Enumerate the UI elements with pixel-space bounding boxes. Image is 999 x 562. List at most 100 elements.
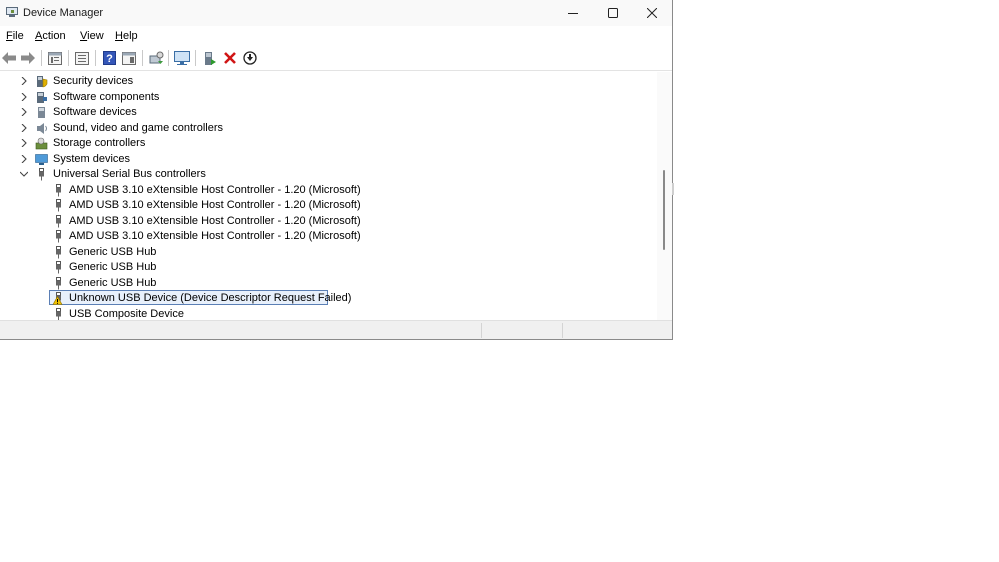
close-icon	[647, 8, 657, 18]
menu-file[interactable]: File	[6, 30, 24, 42]
chevron-down-icon[interactable]	[20, 170, 28, 178]
uninstall-x-icon	[224, 52, 236, 64]
chevron-right-icon[interactable]	[20, 77, 28, 85]
tree-item-usb-child[interactable]: AMD USB 3.10 eXtensible Host Controller …	[0, 229, 657, 244]
maximize-icon	[608, 8, 618, 18]
tree-item-sound-video-game[interactable]: Sound, video and game controllers	[0, 121, 657, 136]
tree-item-label: AMD USB 3.10 eXtensible Host Controller …	[69, 183, 361, 196]
software-devices-icon	[38, 107, 45, 118]
usb-plug-icon	[56, 230, 61, 243]
help-button[interactable]: ?	[101, 50, 117, 66]
chevron-right-icon[interactable]	[20, 108, 28, 116]
status-bar	[0, 320, 672, 339]
system-devices-icon	[35, 153, 48, 165]
toolbar-separator	[195, 50, 196, 66]
vertical-scrollbar[interactable]	[657, 72, 672, 320]
tree-item-label: Generic USB Hub	[69, 261, 157, 273]
list-view-button[interactable]	[74, 50, 90, 66]
storage-controllers-icon	[35, 137, 48, 150]
minimize-button[interactable]	[553, 0, 593, 26]
usb-plug-icon	[56, 199, 61, 212]
tree-item-label: Sound, video and game controllers	[53, 121, 223, 134]
chevron-right-icon[interactable]	[20, 92, 28, 101]
usb-plug-icon	[56, 276, 61, 289]
usb-plug-icon	[39, 168, 44, 181]
tree-item-usb-controllers[interactable]: Universal Serial Bus controllers	[0, 167, 657, 182]
chevron-right-icon[interactable]	[20, 154, 28, 163]
chevron-right-icon[interactable]	[20, 139, 28, 147]
window-resize-edge[interactable]	[672, 183, 674, 195]
tree-item-security-devices[interactable]: Security devices	[0, 74, 657, 89]
tree-item-usb-child[interactable]: AMD USB 3.10 eXtensible Host Controller …	[0, 183, 657, 198]
tree-item-unknown-usb-device[interactable]: Unknown USB Device (Device Descriptor Re…	[0, 290, 657, 306]
menu-help[interactable]: Help	[115, 30, 138, 42]
device-tree[interactable]: Security devices Software components Sof…	[0, 72, 657, 320]
toolbar-separator	[68, 50, 69, 66]
tree-item-system-devices[interactable]: System devices	[0, 152, 657, 167]
uninstall-device-button[interactable]	[222, 50, 238, 66]
usb-plug-icon	[56, 245, 61, 258]
window-title: Device Manager	[23, 7, 104, 19]
tree-item-label: Software devices	[53, 106, 137, 118]
properties-button[interactable]	[47, 50, 63, 66]
status-divider	[562, 323, 563, 338]
list-view-icon	[75, 51, 89, 65]
status-divider	[481, 323, 482, 338]
maximize-button[interactable]	[593, 0, 633, 26]
monitor-icon	[174, 51, 190, 65]
tree-item-label: Storage controllers	[53, 137, 146, 149]
toolbar-separator	[95, 50, 96, 66]
tree-item-usb-child[interactable]: AMD USB 3.10 eXtensible Host Controller …	[0, 198, 657, 213]
scrollbar-thumb[interactable]	[663, 170, 665, 250]
tree-item-usb-child[interactable]: AMD USB 3.10 eXtensible Host Controller …	[0, 214, 657, 229]
toolbar-separator	[41, 50, 42, 66]
tree-item-software-devices[interactable]: Software devices	[0, 105, 657, 120]
disable-device-button[interactable]	[242, 50, 258, 66]
display-devices-button[interactable]	[174, 50, 190, 66]
tree-item-label: AMD USB 3.10 eXtensible Host Controller …	[69, 199, 361, 211]
details-button[interactable]	[121, 50, 137, 66]
tree-item-label: AMD USB 3.10 eXtensible Host Controller …	[69, 230, 361, 242]
update-driver-button[interactable]	[202, 50, 218, 66]
tree-item-label: Security devices	[53, 75, 134, 87]
usb-plug-icon	[56, 307, 61, 320]
menu-view[interactable]: View	[80, 30, 104, 42]
tree-item-software-components[interactable]: Software components	[0, 90, 657, 105]
chevron-right-icon[interactable]	[20, 123, 28, 132]
toolbar: ?	[0, 46, 672, 71]
tree-item-usb-child[interactable]: Generic USB Hub	[0, 245, 657, 260]
minimize-icon	[568, 13, 578, 14]
warning-usb-icon	[52, 292, 63, 305]
close-button[interactable]	[632, 0, 672, 26]
usb-plug-icon	[56, 183, 61, 196]
tree-item-label: AMD USB 3.10 eXtensible Host Controller …	[69, 214, 361, 227]
forward-button[interactable]	[20, 50, 36, 66]
scan-hardware-icon	[149, 51, 163, 64]
usb-plug-icon	[56, 261, 61, 274]
tree-item-label: System devices	[53, 152, 131, 165]
tree-item-usb-child[interactable]: Generic USB Hub	[0, 276, 657, 291]
tree-item-label: USB Composite Device	[69, 307, 184, 320]
software-components-icon	[37, 91, 47, 103]
usb-plug-icon	[56, 214, 61, 227]
tree-item-label: Universal Serial Bus controllers	[53, 168, 206, 180]
tree-item-label: Generic USB Hub	[69, 245, 157, 258]
toolbar-separator	[142, 50, 143, 66]
back-button[interactable]	[1, 50, 17, 66]
device-manager-window: Device Manager File Action View Help ? S…	[0, 0, 673, 340]
menu-action[interactable]: Action	[35, 30, 66, 42]
menu-bar: File Action View Help	[0, 27, 672, 45]
title-bar[interactable]: Device Manager	[0, 0, 672, 26]
svg-text:?: ?	[106, 53, 113, 65]
tree-item-storage-controllers[interactable]: Storage controllers	[0, 136, 657, 151]
help-icon: ?	[102, 51, 116, 65]
tree-item-label: Unknown USB Device (Device Descriptor Re…	[69, 292, 352, 304]
scan-hardware-button[interactable]	[148, 50, 164, 66]
back-arrow-icon	[2, 52, 16, 64]
tree-item-usb-child[interactable]: Generic USB Hub	[0, 260, 657, 275]
forward-arrow-icon	[21, 52, 35, 64]
tree-item-label: Generic USB Hub	[69, 276, 157, 289]
download-circle-icon	[243, 51, 257, 65]
tree-item-usb-child[interactable]: USB Composite Device	[0, 307, 657, 320]
properties-window-icon	[48, 51, 62, 65]
